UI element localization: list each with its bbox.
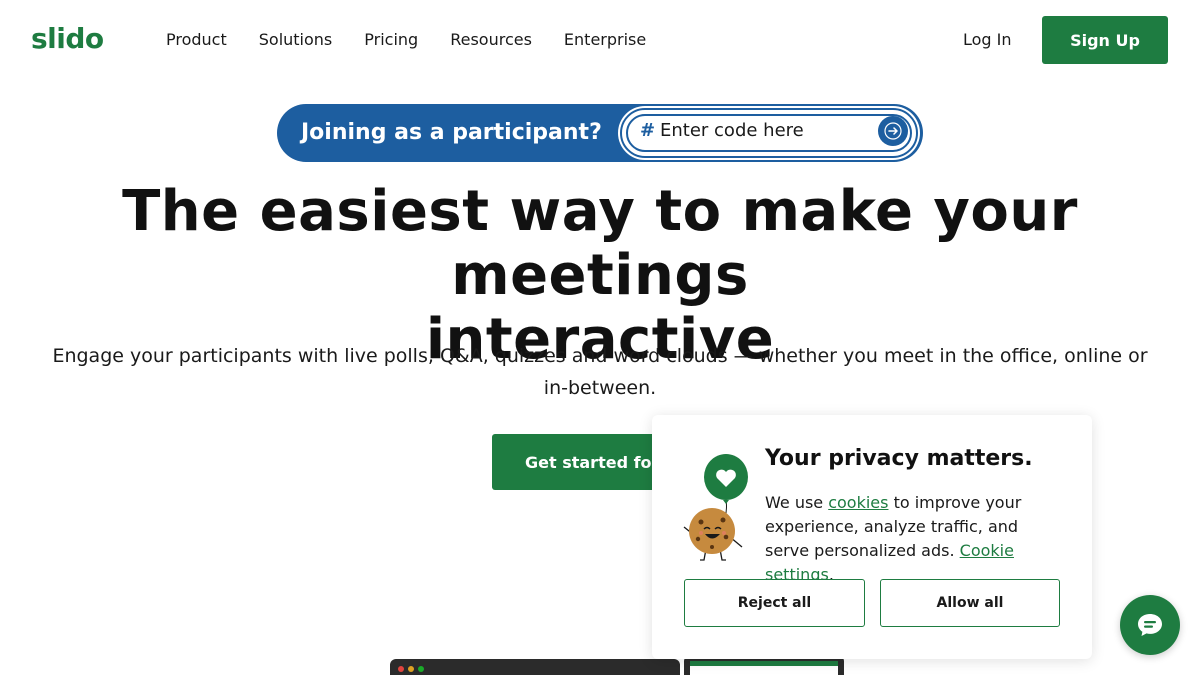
hero-subtitle: Engage your participants with live polls…: [52, 345, 1148, 399]
nav-item-resources[interactable]: Resources: [450, 30, 532, 50]
nav-item-pricing[interactable]: Pricing: [364, 30, 418, 50]
nav-item-enterprise[interactable]: Enterprise: [564, 30, 646, 50]
event-code-input[interactable]: [660, 119, 860, 141]
hash-icon: #: [640, 120, 656, 141]
cookie-with-heart-balloon-icon: [683, 454, 748, 561]
reject-all-button[interactable]: Reject all: [684, 579, 865, 627]
participant-join-bar: Joining as a participant? #: [277, 104, 923, 162]
window-dot-green: [418, 666, 424, 672]
login-link[interactable]: Log In: [963, 30, 1012, 50]
window-dot-yellow: [408, 666, 414, 672]
cookie-title: Your privacy matters.: [765, 446, 1033, 471]
join-submit-button[interactable]: [878, 116, 908, 146]
main-nav: Product Solutions Pricing Resources Ente…: [166, 30, 678, 50]
window-dot-red: [398, 666, 404, 672]
nav-item-product[interactable]: Product: [166, 30, 227, 50]
phone-preview: [684, 657, 844, 675]
chat-bubble-icon: [1138, 614, 1162, 636]
participant-join-label: Joining as a participant?: [301, 120, 602, 145]
arrow-right-icon: [884, 122, 902, 140]
signup-button[interactable]: Sign Up: [1042, 16, 1168, 64]
cookie-consent-panel: Your privacy matters. We use cookies to …: [652, 415, 1092, 659]
slido-logo[interactable]: slido: [31, 22, 104, 55]
nav-item-solutions[interactable]: Solutions: [259, 30, 333, 50]
chat-launcher-button[interactable]: [1120, 595, 1180, 655]
event-code-field[interactable]: #: [620, 108, 918, 158]
cookie-text-part-1: We use: [765, 493, 829, 512]
phone-preview-screen: [690, 661, 838, 675]
allow-all-button[interactable]: Allow all: [880, 579, 1060, 627]
laptop-preview: [390, 659, 680, 675]
cookies-link[interactable]: cookies: [828, 493, 888, 512]
cookie-description: We use cookies to improve your experienc…: [765, 491, 1065, 587]
hero-title-line-1: The easiest way to make your meetings: [122, 179, 1078, 308]
